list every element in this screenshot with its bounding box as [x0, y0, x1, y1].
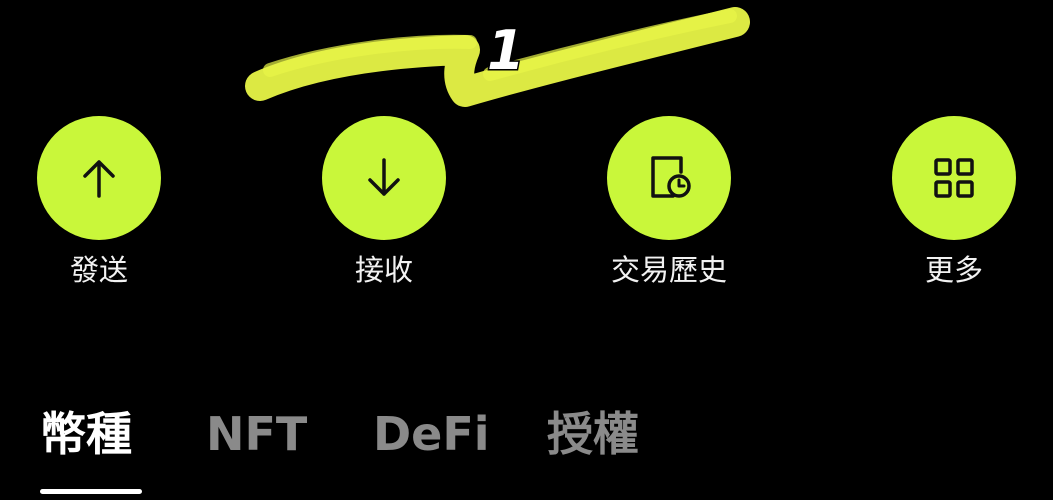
- send-button[interactable]: [37, 116, 161, 240]
- wallet-screen: 1 發送 接收 交易歷史 更多 幣種 NFT DeFi 授權: [0, 0, 1053, 500]
- tab-tokens[interactable]: 幣種: [40, 406, 132, 462]
- tab-approvals[interactable]: 授權: [547, 406, 639, 462]
- more-label: 更多: [924, 253, 983, 287]
- arrow-up-icon: [83, 160, 115, 198]
- history-label: 交易歷史: [610, 253, 727, 287]
- history-button[interactable]: [607, 116, 731, 240]
- tab-nft[interactable]: NFT: [206, 406, 307, 462]
- arrow-down-icon: [368, 158, 400, 196]
- tab-defi[interactable]: DeFi: [373, 406, 490, 462]
- receive-button[interactable]: [322, 116, 446, 240]
- receive-action[interactable]: 接收: [322, 116, 446, 288]
- asset-tabs: 幣種 NFT DeFi 授權: [0, 400, 1053, 500]
- receive-label: 接收: [354, 253, 413, 287]
- more-action[interactable]: 更多: [892, 116, 1016, 288]
- annotation-number: 1: [486, 19, 527, 82]
- history-action[interactable]: 交易歷史: [607, 116, 731, 288]
- more-button[interactable]: [892, 116, 1016, 240]
- history-icon: [651, 156, 691, 198]
- send-label: 發送: [69, 253, 128, 287]
- send-action[interactable]: 發送: [37, 116, 161, 288]
- active-tab-indicator: [40, 489, 142, 494]
- grid-icon: [934, 158, 974, 198]
